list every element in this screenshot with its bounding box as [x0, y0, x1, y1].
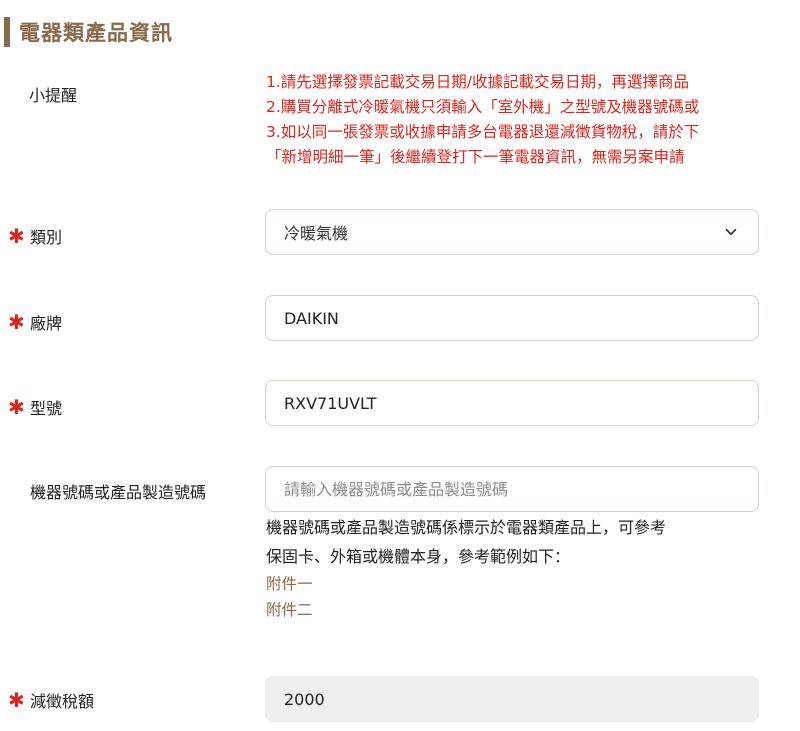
serial-input[interactable] [284, 479, 740, 499]
model-input[interactable] [284, 393, 740, 413]
required-mark: ✱ [8, 310, 25, 334]
tax-label: 減徵稅額 [30, 692, 95, 711]
reminder-line-3: 3.如以同一張發票或收據申請多台電器退還減徵貨物稅，請於下 [266, 123, 700, 141]
serial-label: 機器號碼或產品製造號碼 [30, 483, 207, 502]
serial-help-line-2: 保固卡、外箱或機體本身，參考範例如下： [266, 547, 571, 566]
reminder-label: 小提醒 [29, 86, 78, 105]
chevron-down-icon [725, 228, 737, 236]
required-mark: ✱ [8, 395, 25, 419]
serial-field[interactable] [265, 466, 759, 512]
tax-value: 2000 [284, 689, 325, 709]
reminder-line-1: 1.請先選擇發票記載交易日期/收據記載交易日期，再選擇商品 [266, 73, 690, 91]
reminder-line-4: 「新增明細一筆」後繼續登打下一筆電器資訊，無需另案申請 [266, 148, 685, 166]
brand-label: 廠牌 [30, 314, 63, 333]
brand-label-row: ✱ 廠牌 [8, 310, 62, 334]
model-field[interactable] [265, 380, 759, 426]
required-mark: ✱ [8, 688, 25, 712]
brand-field[interactable] [265, 295, 759, 341]
section-accent-bar [4, 17, 10, 47]
attachment-2-link[interactable]: 附件二 [266, 597, 776, 623]
model-label: 型號 [30, 399, 63, 418]
tax-label-row: ✱ 減徵稅額 [8, 688, 94, 712]
attachment-1-link[interactable]: 附件一 [266, 571, 776, 597]
serial-help-line-1: 機器號碼或產品製造號碼係標示於電器類產品上，可參考 [266, 518, 667, 537]
category-label-row: ✱ 類別 [8, 224, 62, 248]
category-selected-value: 冷暖氣機 [284, 224, 349, 243]
model-label-row: ✱ 型號 [8, 395, 62, 419]
reminder-line-2: 2.購買分離式冷暖氣機只須輸入「室外機」之型號及機器號碼或 [266, 98, 700, 116]
brand-input[interactable] [284, 308, 740, 328]
category-select[interactable]: 冷暖氣機 [265, 209, 759, 255]
required-mark: ✱ [8, 224, 25, 248]
category-label: 類別 [30, 228, 63, 247]
section-title: 電器類產品資訊 [19, 21, 173, 45]
tax-field: 2000 [265, 676, 759, 722]
reminder-text: 1.請先選擇發票記載交易日期/收據記載交易日期，再選擇商品 2.購買分離式冷暖氣… [266, 70, 800, 170]
serial-help: 機器號碼或產品製造號碼係標示於電器類產品上，可參考 保固卡、外箱或機體本身，參考… [266, 513, 776, 623]
section-header: 電器類產品資訊 [0, 14, 173, 50]
